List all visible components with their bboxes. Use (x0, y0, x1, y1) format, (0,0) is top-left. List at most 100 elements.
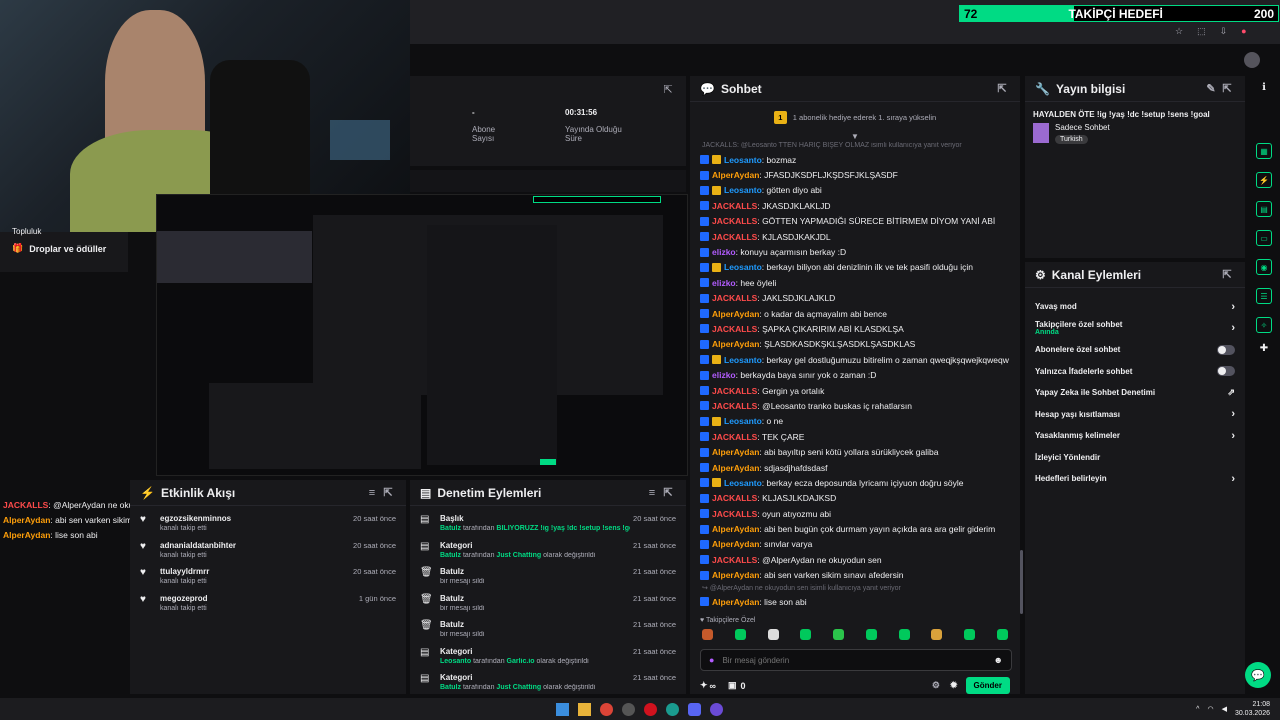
chat-username[interactable]: Leosanto (724, 478, 762, 488)
chat-username[interactable]: Leosanto (724, 155, 762, 165)
chevron-right-icon[interactable]: › (1231, 473, 1235, 485)
moderation-actor[interactable]: Batulz (440, 552, 461, 559)
popout-icon[interactable]: ⇱ (660, 485, 676, 501)
chevron-right-icon[interactable]: › (1231, 322, 1235, 334)
emote-icon[interactable] (800, 629, 812, 641)
filter-icon[interactable]: ≡ (644, 485, 660, 501)
app-icon[interactable] (710, 702, 723, 716)
chat-username[interactable]: Leosanto (724, 355, 762, 365)
channel-action-item[interactable]: Yapay Zeka ile Sohbet Denetimi ⇗ (1025, 382, 1245, 404)
chat-username[interactable]: AlperAydan (712, 447, 759, 457)
chat-username[interactable]: AlperAydan (712, 597, 759, 607)
external-link-icon[interactable]: ⇗ (1227, 387, 1235, 398)
emote-icon[interactable] (898, 629, 910, 641)
emote-icon[interactable] (865, 629, 877, 641)
add-widget-icon[interactable]: ✚ (1248, 343, 1280, 354)
chevron-down-icon[interactable]: ▼ (690, 132, 1020, 142)
chat-username[interactable]: Leosanto (724, 185, 762, 195)
channel-action-item[interactable]: İzleyici Yönlendir (1025, 447, 1245, 469)
popout-icon[interactable]: ⇱ (660, 81, 676, 97)
clock-time[interactable]: 21:08 (1235, 700, 1270, 709)
help-button[interactable]: 💬 (1245, 662, 1271, 688)
edit-icon[interactable]: ✎ (1203, 81, 1219, 97)
emote-icon[interactable] (734, 629, 746, 641)
moderation-actor[interactable]: Batulz (440, 525, 461, 532)
chat-username[interactable]: elizko (712, 278, 736, 288)
volume-icon[interactable]: ◀ (1222, 705, 1227, 713)
toggle-switch[interactable] (1217, 366, 1235, 377)
settings-icon[interactable]: ⚙ (932, 680, 940, 691)
pinned-gift-banner[interactable]: 1 1 abonelik hediye ederek 1. sıraya yük… (690, 102, 1020, 132)
sliders-icon[interactable]: ☰ (1256, 288, 1272, 304)
channel-action-item[interactable]: Yasaklanmış kelimeler › (1025, 425, 1245, 447)
emote-icon[interactable] (833, 629, 845, 641)
chat-username[interactable]: JACKALLS (712, 509, 757, 519)
emote-icon[interactable] (996, 629, 1008, 641)
chat-username[interactable]: JACKALLS (712, 493, 757, 503)
popout-icon[interactable]: ⇱ (380, 485, 396, 501)
mic-icon[interactable]: ● (709, 655, 714, 665)
nav-drops[interactable]: 🎁 Droplar ve ödüller (0, 237, 128, 260)
chat-username[interactable]: AlperAydan (712, 463, 759, 473)
chevron-up-icon[interactable]: ^ (1196, 706, 1199, 713)
chat-username[interactable]: JACKALLS (712, 216, 757, 226)
activity-item[interactable]: ♥ megozeprod kanalı takip etti 1 gün önce (130, 590, 406, 617)
lightning-icon[interactable]: ⚡ (1256, 172, 1272, 188)
chat-username[interactable]: AlperAydan (712, 570, 759, 580)
chat-username[interactable]: AlperAydan (712, 339, 759, 349)
gift-box-icon[interactable]: ▣ (728, 680, 737, 691)
chat-username[interactable]: AlperAydan (712, 170, 759, 180)
badge-settings-icon[interactable]: ✹ (950, 680, 958, 691)
download-icon[interactable]: ⇩ (1220, 26, 1228, 38)
channel-action-item[interactable]: Yalnızca İfadelerle sohbet (1025, 361, 1245, 383)
nav-community[interactable]: Topluluk (0, 227, 128, 237)
chat-icon[interactable]: ▭ (1256, 230, 1272, 246)
popout-icon[interactable]: ⇱ (994, 81, 1010, 97)
chevron-right-icon[interactable]: › (1231, 430, 1235, 442)
emote-icon[interactable] (964, 629, 976, 641)
chat-input[interactable] (722, 655, 994, 665)
star-icon[interactable]: ☆ (1175, 26, 1183, 38)
chat-username[interactable]: JACKALLS (712, 401, 757, 411)
clock-date[interactable]: 30.03.2026 (1235, 709, 1270, 718)
emote-icon[interactable] (931, 629, 943, 641)
send-button[interactable]: Gönder (965, 677, 1010, 695)
channel-action-item[interactable]: Yavaş mod › (1025, 296, 1245, 318)
extension-icon[interactable]: ⬚ (1197, 26, 1206, 38)
info-icon[interactable]: ℹ (1248, 82, 1280, 93)
chat-username[interactable]: Leosanto (724, 262, 762, 272)
chat-username[interactable]: JACKALLS (712, 555, 757, 565)
document-icon[interactable]: ▤ (1256, 201, 1272, 217)
chat-username[interactable]: elizko (712, 370, 736, 380)
channel-action-item[interactable]: Hedefleri belirleyin › (1025, 468, 1245, 490)
chat-username[interactable]: JACKALLS (712, 201, 757, 211)
chat-username[interactable]: JACKALLS (712, 432, 757, 442)
moderation-actor[interactable]: Leosanto (440, 658, 471, 665)
channel-action-item[interactable]: Abonelere özel sohbet (1025, 339, 1245, 361)
chat-username[interactable]: elizko (712, 247, 736, 257)
explorer-icon[interactable] (578, 702, 591, 716)
chat-username[interactable]: JACKALLS (712, 324, 757, 334)
points-icon[interactable]: ✦ (700, 680, 708, 691)
discord-icon[interactable] (688, 702, 701, 716)
chrome-icon[interactable] (600, 702, 613, 716)
activity-item[interactable]: ♥ ttulayyldrmrr kanalı takip etti 20 saat ö… (130, 563, 406, 590)
activity-user[interactable]: ttulayyldrmrr (160, 567, 353, 576)
emoji-icon[interactable]: ☻ (994, 655, 1003, 665)
opera-icon[interactable] (644, 702, 657, 716)
emote-icon[interactable] (702, 629, 713, 641)
broadcast-icon[interactable]: ◉ (1256, 259, 1272, 275)
chat-input-box[interactable]: ● ☻ (700, 649, 1012, 672)
moderation-actor[interactable]: Batulz (440, 684, 461, 691)
chat-username[interactable]: AlperAydan (712, 309, 759, 319)
toggle-switch[interactable] (1217, 344, 1235, 355)
edge-icon[interactable] (666, 702, 679, 716)
activity-item[interactable]: ♥ egzozsikenminnos kanalı takip etti 20 saa… (130, 510, 406, 537)
activity-user[interactable]: adnanialdatanbihter (160, 541, 353, 550)
activity-user[interactable]: egzozsikenminnos (160, 514, 353, 523)
obs-icon[interactable] (622, 702, 635, 716)
chat-username[interactable]: JACKALLS (712, 293, 757, 303)
profile-icon[interactable]: ● (1241, 26, 1246, 38)
chat-username[interactable]: AlperAydan (712, 539, 759, 549)
channel-action-item[interactable]: Hesap yaşı kısıtlaması › (1025, 404, 1245, 426)
